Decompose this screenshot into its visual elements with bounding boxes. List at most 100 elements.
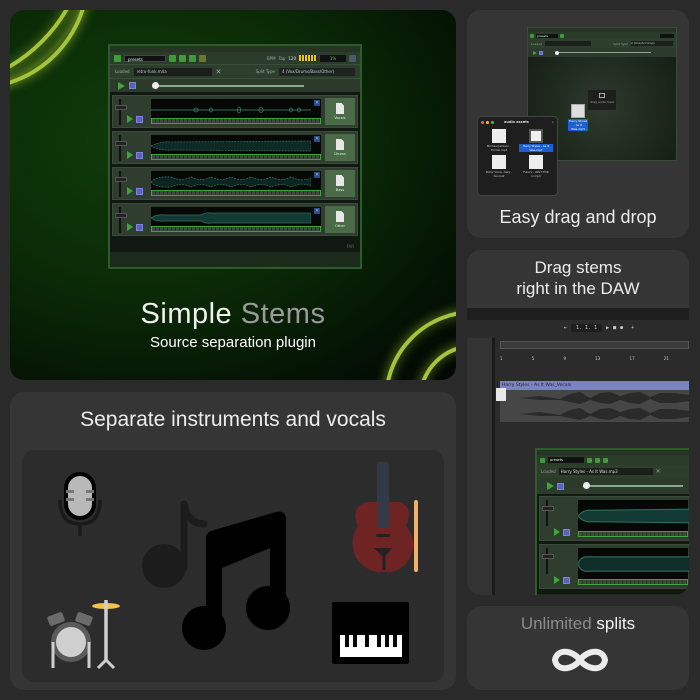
loaded-file-field[interactable]: Harry Styles - As It Was.mp3 bbox=[558, 468, 653, 475]
record-button[interactable]: ● bbox=[620, 325, 623, 331]
save-preset-button[interactable] bbox=[595, 457, 600, 463]
finder-file[interactable]: Future - WAIT FOR U.mp3 bbox=[519, 155, 553, 178]
file-icon bbox=[336, 175, 344, 186]
finder-file-selected[interactable]: Harry Styles - As It Was.mp3 bbox=[519, 129, 553, 152]
play-all-button[interactable] bbox=[533, 50, 537, 55]
dragged-stem-file-icon[interactable] bbox=[496, 388, 506, 401]
slider-knob[interactable] bbox=[555, 50, 559, 55]
stem-drag-tile[interactable]: Bass bbox=[325, 170, 355, 197]
close-window-button[interactable] bbox=[481, 120, 484, 124]
position-slider[interactable] bbox=[555, 50, 651, 55]
play-stem-button[interactable] bbox=[554, 528, 560, 536]
stem-timeline[interactable] bbox=[578, 531, 688, 537]
prev-preset-button[interactable] bbox=[540, 457, 545, 463]
waveform bbox=[578, 500, 689, 537]
stem-timeline[interactable] bbox=[151, 226, 321, 232]
stem-timeline[interactable] bbox=[151, 154, 321, 160]
remove-stem-icon[interactable]: ✕ bbox=[314, 172, 320, 178]
play-stem-button[interactable] bbox=[554, 576, 560, 584]
stem-drag-tile[interactable]: Vocals bbox=[325, 98, 355, 125]
finder-title: audio assets bbox=[504, 120, 529, 124]
play-button[interactable]: ▶ bbox=[606, 325, 609, 331]
remove-stem-icon[interactable]: ✕ bbox=[314, 136, 320, 142]
play-all-button[interactable] bbox=[547, 482, 554, 490]
star-icon[interactable] bbox=[199, 54, 206, 62]
file-icon bbox=[336, 103, 344, 114]
clear-file-icon[interactable]: ✕ bbox=[216, 68, 222, 76]
volume-fader[interactable] bbox=[113, 204, 127, 235]
slider-knob[interactable] bbox=[583, 482, 590, 489]
drop-zone[interactable]: drag audio here bbox=[588, 90, 616, 110]
volume-fader[interactable] bbox=[540, 497, 554, 540]
stop-stem-button[interactable] bbox=[563, 577, 570, 584]
play-stem-button[interactable] bbox=[127, 115, 133, 123]
preset-selector[interactable]: presets bbox=[536, 33, 558, 38]
stem-timeline[interactable] bbox=[578, 579, 688, 585]
remove-stem-icon[interactable]: ✕ bbox=[314, 208, 320, 214]
stem-drag-tile[interactable]: Drums bbox=[325, 134, 355, 161]
bpm-value: 120 bbox=[288, 55, 296, 61]
drum-kit-icon bbox=[47, 600, 120, 670]
remove-stem-icon[interactable]: ✕ bbox=[314, 100, 320, 106]
stop-button[interactable]: ■ bbox=[613, 325, 616, 331]
finder-file[interactable]: Nicky Youre, dazy - Sunroof bbox=[482, 155, 516, 178]
loaded-file-field[interactable]: retro-funk.m4a bbox=[133, 67, 212, 76]
stop-all-button[interactable] bbox=[129, 82, 136, 89]
split-type-select[interactable]: 4 (Vox/Drums/Bass/Other) bbox=[279, 67, 355, 76]
metronome-icon[interactable]: ⇤ bbox=[564, 325, 567, 331]
next-preset-button[interactable] bbox=[587, 457, 592, 463]
loaded-file-field[interactable] bbox=[544, 41, 591, 46]
stop-stem-button[interactable] bbox=[563, 529, 570, 536]
search-icon[interactable]: ⌕ bbox=[552, 120, 554, 124]
position-display: 1. 1. 1 bbox=[571, 324, 603, 332]
prev-preset-button[interactable] bbox=[114, 54, 121, 62]
play-all-button[interactable] bbox=[118, 81, 125, 90]
stop-stem-button[interactable] bbox=[136, 152, 143, 159]
audio-file-icon bbox=[492, 129, 506, 143]
dragged-file[interactable]: Harry Styles - As It Was.mp3 bbox=[568, 104, 588, 131]
stop-all-button[interactable] bbox=[539, 50, 543, 55]
preset-selector[interactable]: presets bbox=[548, 457, 584, 463]
finder-file[interactable]: Michael Jackson - Thriller.mp3 bbox=[482, 129, 516, 152]
split-type-select[interactable]: 2 (Vox/Accomp) bbox=[631, 41, 673, 46]
add-button[interactable]: + bbox=[631, 325, 634, 331]
stop-stem-button[interactable] bbox=[136, 188, 143, 195]
transport-row bbox=[110, 78, 360, 92]
next-preset-button[interactable] bbox=[560, 33, 564, 38]
tap-button[interactable]: Tap bbox=[279, 56, 286, 61]
stop-stem-button[interactable] bbox=[136, 116, 143, 123]
position-slider[interactable] bbox=[152, 81, 304, 89]
stop-all-button[interactable] bbox=[557, 482, 564, 490]
stop-stem-button[interactable] bbox=[136, 224, 143, 231]
product-subtitle: Source separation plugin bbox=[150, 334, 316, 351]
clip-waveform bbox=[500, 390, 689, 422]
position-slider[interactable] bbox=[583, 482, 683, 489]
volume-fader[interactable] bbox=[113, 132, 127, 163]
save-preset-button[interactable] bbox=[179, 54, 186, 62]
search-preset-button[interactable] bbox=[189, 54, 196, 62]
search-preset-button[interactable] bbox=[603, 457, 608, 463]
prev-preset-button[interactable] bbox=[530, 33, 534, 38]
volume-fader[interactable] bbox=[113, 168, 127, 199]
volume-fader[interactable] bbox=[113, 96, 127, 127]
slider-knob[interactable] bbox=[152, 81, 159, 89]
audio-file-icon bbox=[529, 129, 543, 143]
play-stem-button[interactable] bbox=[127, 151, 133, 159]
audio-clip-header[interactable]: Harry Styles - As It Was_Vocals bbox=[500, 381, 689, 390]
volume-fader[interactable] bbox=[540, 545, 554, 588]
play-stem-button[interactable] bbox=[127, 223, 133, 231]
overview-scrollbar[interactable] bbox=[500, 341, 689, 349]
stem-timeline[interactable] bbox=[151, 190, 321, 196]
minimize-window-button[interactable] bbox=[486, 120, 489, 124]
level-meter bbox=[299, 55, 317, 61]
menu-button[interactable] bbox=[349, 54, 356, 62]
stem-drag-tile[interactable]: Other bbox=[325, 206, 355, 233]
stem-timeline[interactable] bbox=[151, 118, 321, 124]
zoom-window-button[interactable] bbox=[491, 120, 494, 124]
folder-icon bbox=[599, 93, 605, 98]
clear-file-icon[interactable]: ✕ bbox=[656, 468, 661, 475]
play-stem-button[interactable] bbox=[127, 187, 133, 195]
preset-selector[interactable]: presets bbox=[124, 54, 166, 62]
timeline-ruler[interactable]: 1 5 9 13 17 21 bbox=[500, 356, 689, 366]
next-preset-button[interactable] bbox=[169, 54, 176, 62]
